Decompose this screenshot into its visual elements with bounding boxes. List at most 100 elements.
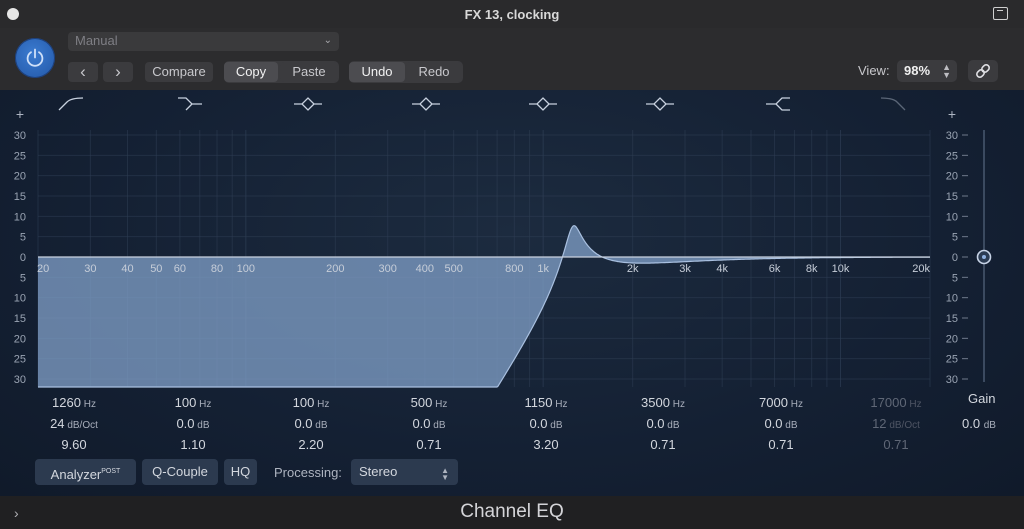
value: 3.20 — [533, 437, 559, 452]
value: 1.10 — [180, 437, 206, 452]
bell-icon[interactable] — [412, 97, 440, 111]
band-4-frequency[interactable]: 500 Hz — [374, 392, 484, 413]
value: 0.0 — [646, 416, 665, 431]
unit: dB — [664, 420, 680, 431]
frequency-label: 20k — [912, 263, 930, 275]
unit: dB/Oct — [886, 420, 920, 431]
db-scale-label: 0 — [20, 252, 26, 264]
value: 3500 — [641, 395, 670, 410]
analyzer-button[interactable]: AnalyzerPOST — [35, 459, 136, 485]
band-3-q[interactable]: 2.20 — [256, 434, 366, 455]
unit: Hz — [80, 399, 96, 410]
value: 100 — [292, 395, 315, 410]
db-scale-label: 15 — [14, 191, 26, 203]
db-scale-label: 0 — [952, 252, 958, 264]
db-scale-label: 5 — [952, 272, 958, 284]
chevron-down-icon: ⌄ — [323, 35, 332, 46]
zoom-plus-icon[interactable]: + — [948, 106, 956, 122]
band-2-frequency[interactable]: 100 Hz — [138, 392, 248, 413]
band-5-q[interactable]: 3.20 — [491, 434, 601, 455]
band-2-values[interactable]: 100 Hz 0.0 dB 1.10 — [138, 392, 248, 455]
value: 0.0 — [412, 416, 431, 431]
link-icon — [976, 64, 990, 78]
value: 2.20 — [298, 437, 324, 452]
band-5-gain[interactable]: 0.0 dB — [491, 413, 601, 434]
value: 12 — [872, 416, 887, 431]
low-shelf-icon[interactable] — [178, 97, 202, 111]
band-6-values[interactable]: 3500 Hz 0.0 dB 0.71 — [608, 392, 718, 455]
next-preset-button[interactable]: › — [103, 62, 133, 82]
db-scale-label: 5 — [20, 272, 26, 284]
db-scale-label: 10 — [14, 293, 26, 305]
bell-icon[interactable] — [646, 97, 674, 111]
band-1-q[interactable]: 9.60 — [19, 434, 129, 455]
value: 500 — [410, 395, 433, 410]
db-scale-label: 10 — [946, 293, 958, 305]
band-8-gain[interactable]: 12 dB/Oct — [841, 413, 951, 434]
db-scale-label: 30 — [14, 130, 26, 142]
frequency-label: 6k — [769, 263, 781, 275]
q-couple-button[interactable]: Q-Couple — [142, 459, 218, 485]
db-scale-label: 20 — [946, 333, 958, 345]
undo-button[interactable]: Undo — [349, 62, 405, 82]
gain-number: 0.0 — [962, 416, 981, 431]
value: 9.60 — [61, 437, 87, 452]
hq-button[interactable]: HQ — [224, 459, 257, 485]
band-4-gain[interactable]: 0.0 dB — [374, 413, 484, 434]
copy-button[interactable]: Copy — [224, 62, 278, 82]
band-1-gain[interactable]: 24 dB/Oct — [19, 413, 129, 434]
band-4-values[interactable]: 500 Hz 0.0 dB 0.71 — [374, 392, 484, 455]
bell-icon[interactable] — [294, 97, 322, 111]
redo-button[interactable]: Redo — [406, 62, 462, 82]
paste-button[interactable]: Paste — [280, 62, 338, 82]
band-7-q[interactable]: 0.71 — [726, 434, 836, 455]
band-7-values[interactable]: 7000 Hz 0.0 dB 0.71 — [726, 392, 836, 455]
band-1-values[interactable]: 1260 Hz 24 dB/Oct 9.60 — [19, 392, 129, 455]
band-6-frequency[interactable]: 3500 Hz — [608, 392, 718, 413]
band-7-frequency[interactable]: 7000 Hz — [726, 392, 836, 413]
value: 0.0 — [764, 416, 783, 431]
view-zoom-select[interactable]: 98% ▲ ▼ — [897, 60, 957, 82]
processing-select[interactable]: Stereo ▲ ▼ — [351, 459, 458, 485]
band-5-frequency[interactable]: 1150 Hz — [491, 392, 601, 413]
link-button[interactable] — [968, 60, 998, 82]
unit: dB — [547, 420, 563, 431]
unit: dB — [194, 420, 210, 431]
db-scale-label: 20 — [14, 333, 26, 345]
band-6-q[interactable]: 0.71 — [608, 434, 718, 455]
band-8-values[interactable]: 17000 Hz 12 dB/Oct 0.71 — [841, 392, 951, 455]
band-7-gain[interactable]: 0.0 dB — [726, 413, 836, 434]
gain-value[interactable]: 0.0 dB — [962, 416, 996, 431]
preset-value: Manual — [75, 33, 118, 48]
power-button[interactable] — [15, 38, 55, 78]
db-scale-label: 30 — [946, 374, 958, 386]
band-3-values[interactable]: 100 Hz 0.0 dB 2.20 — [256, 392, 366, 455]
band-8-q[interactable]: 0.71 — [841, 434, 951, 455]
zoom-plus-icon[interactable]: + — [16, 106, 24, 122]
frequency-label: 20 — [37, 263, 49, 275]
db-scale-label: 15 — [946, 191, 958, 203]
band-3-frequency[interactable]: 100 Hz — [256, 392, 366, 413]
band-3-gain[interactable]: 0.0 dB — [256, 413, 366, 434]
preset-select[interactable]: Manual ⌄ — [68, 32, 339, 51]
compare-button[interactable]: Compare — [145, 62, 213, 82]
band-6-gain[interactable]: 0.0 dB — [608, 413, 718, 434]
band-5-values[interactable]: 1150 Hz 0.0 dB 3.20 — [491, 392, 601, 455]
unit: Hz — [906, 399, 922, 410]
low-cut-icon[interactable] — [58, 97, 84, 111]
db-scale-label: 20 — [14, 171, 26, 183]
band-8-frequency[interactable]: 17000 Hz — [841, 392, 951, 413]
band-2-q[interactable]: 1.10 — [138, 434, 248, 455]
previous-preset-button[interactable]: ‹ — [68, 62, 98, 82]
value: 1260 — [52, 395, 81, 410]
restore-window-icon[interactable] — [993, 7, 1008, 20]
frequency-label: 8k — [806, 263, 818, 275]
band-1-frequency[interactable]: 1260 Hz — [19, 392, 129, 413]
plugin-header: Manual ⌄ ‹ › Compare Copy Paste Undo Red… — [0, 28, 1024, 90]
high-shelf-icon[interactable] — [766, 97, 790, 111]
high-cut-icon[interactable] — [880, 97, 906, 111]
frequency-label: 30 — [84, 263, 96, 275]
band-2-gain[interactable]: 0.0 dB — [138, 413, 248, 434]
band-4-q[interactable]: 0.71 — [374, 434, 484, 455]
bell-icon[interactable] — [529, 97, 557, 111]
